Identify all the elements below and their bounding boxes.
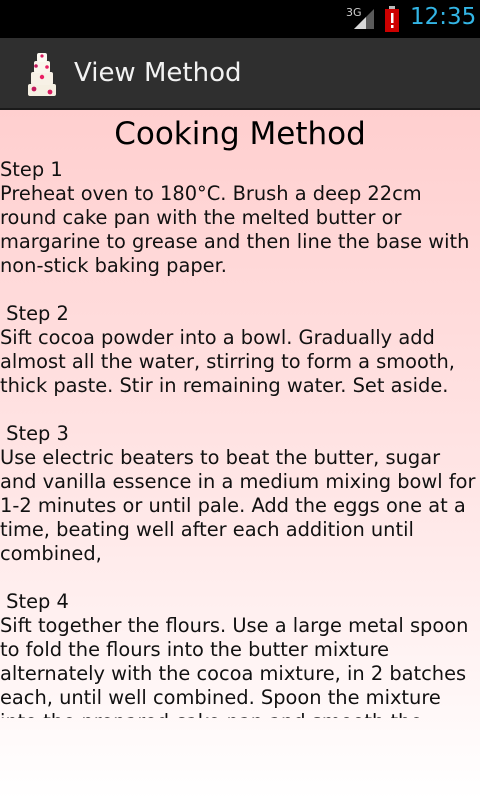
action-bar: View Method xyxy=(0,38,480,110)
battery-low-icon xyxy=(385,6,399,32)
step-item: Step 4 Sift together the flours. Use a l… xyxy=(0,590,480,718)
action-bar-title: View Method xyxy=(74,58,242,88)
step-text: Use electric beaters to beat the butter,… xyxy=(0,446,476,565)
page-title: Cooking Method xyxy=(114,116,366,152)
step-text: Preheat oven to 180°C. Brush a deep 22cm… xyxy=(0,182,470,277)
steps-list[interactable]: Step 1 Preheat oven to 180°C. Brush a de… xyxy=(0,158,480,718)
status-bar: 3G 12:35 xyxy=(0,0,480,38)
step-item: Step 2 Sift cocoa powder into a bowl. Gr… xyxy=(0,302,480,398)
wedding-cake-icon[interactable] xyxy=(22,50,62,98)
method-content: Cooking Method Step 1 Preheat oven to 18… xyxy=(0,110,480,800)
step-text: Sift cocoa powder into a bowl. Gradually… xyxy=(0,326,455,397)
step-label: Step 4 xyxy=(0,590,69,613)
step-item: Step 3 Use electric beaters to beat the … xyxy=(0,422,480,566)
step-text: Sift together the flours. Use a large me… xyxy=(0,614,469,718)
step-label: Step 1 xyxy=(0,158,63,181)
signal-strength-icon xyxy=(354,9,374,29)
status-clock: 12:35 xyxy=(410,4,477,30)
step-label: Step 3 xyxy=(0,422,69,445)
step-label: Step 2 xyxy=(0,302,69,325)
step-item: Step 1 Preheat oven to 180°C. Brush a de… xyxy=(0,158,480,278)
